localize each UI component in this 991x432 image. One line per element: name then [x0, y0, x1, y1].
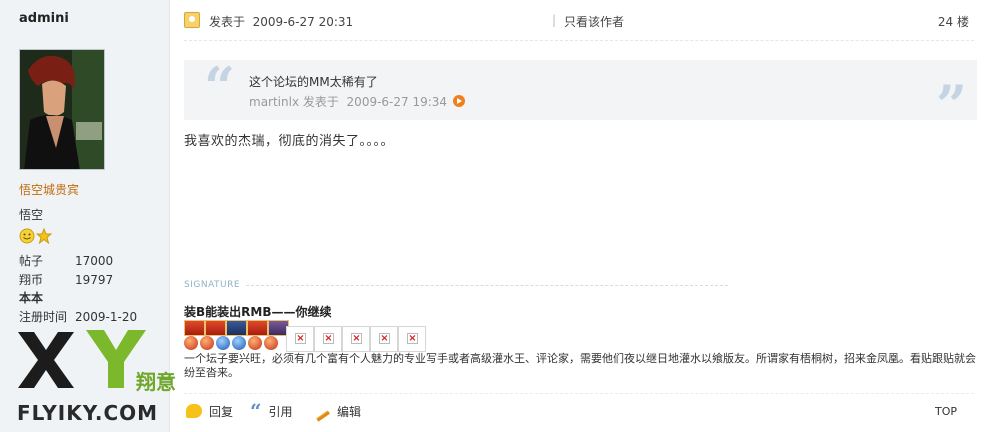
edit-pencil-icon — [316, 410, 330, 422]
orb-image — [248, 336, 262, 350]
broken-image-icon: × — [342, 326, 370, 352]
post-time-label: 发表于 — [209, 15, 246, 29]
orb-image — [184, 336, 198, 350]
goto-post-icon[interactable] — [452, 95, 465, 107]
author-avatar[interactable] — [19, 49, 105, 170]
post-content: 我喜欢的杰瑞，彻底的消失了。。。。 — [184, 134, 395, 149]
stat-coins-value: 19797 — [75, 273, 114, 287]
badge-image — [184, 320, 205, 336]
post-header: 发表于 2009-6-27 20:31 | 只看该作者 24 楼 — [184, 10, 971, 32]
reply-button[interactable]: 回复 — [186, 403, 233, 420]
quote-meta: martinlx 发表于 2009-6-27 19:34 — [249, 93, 465, 110]
author-group: 悟空城贵宾 — [19, 183, 80, 197]
signature-badges — [184, 320, 289, 336]
stat-posts-value: 17000 — [75, 254, 114, 268]
user-icon — [184, 12, 200, 28]
orb-image — [200, 336, 214, 350]
open-quote-icon: “ — [204, 55, 236, 119]
signature-title: 装B能装出RMB——你继续 — [184, 305, 332, 319]
broken-image-icon: × — [398, 326, 426, 352]
signature-divider — [246, 285, 728, 286]
floor-number[interactable]: 24 楼 — [938, 13, 969, 30]
reply-icon — [186, 404, 202, 418]
header-separator: | — [552, 13, 557, 27]
reply-label: 回复 — [209, 405, 234, 419]
watermark-site: FLYIKY.COM — [17, 401, 159, 425]
orb-image — [264, 336, 278, 350]
close-quote-icon: ” — [935, 73, 967, 137]
footer-divider — [184, 393, 974, 394]
signature-text: 一个坛子要兴旺，必须有几个富有个人魅力的专业写手或者高级灌水王、评论家，需要他们… — [184, 352, 976, 379]
stat-posts: 帖子 17000 — [19, 252, 113, 269]
signature-label: SIGNATURE — [184, 280, 241, 290]
edit-label: 编辑 — [337, 405, 362, 419]
quote-text: 这个论坛的MM太稀有了 — [249, 75, 378, 89]
badge-image — [226, 320, 247, 336]
avatar-image — [20, 50, 104, 169]
stat-register-label: 注册时间 — [19, 310, 68, 324]
stat-notebook: 本本 — [19, 289, 75, 306]
watermark-cn: 翔意 — [136, 370, 176, 394]
stat-coins: 翔币 19797 — [19, 271, 113, 288]
stat-posts-label: 帖子 — [19, 254, 44, 268]
broken-image-icon: × — [370, 326, 398, 352]
smile-icon — [19, 228, 35, 244]
edit-button[interactable]: 编辑 — [316, 403, 362, 422]
stat-coins-label: 翔币 — [19, 273, 44, 287]
broken-image-icon: × — [286, 326, 314, 352]
author-nickname: 悟空 — [19, 208, 44, 222]
orb-image — [232, 336, 246, 350]
badge-image — [205, 320, 226, 336]
top-link[interactable]: TOP — [935, 405, 957, 418]
stat-notebook-label: 本本 — [19, 291, 44, 305]
quote-time: 2009-6-27 19:34 — [346, 95, 448, 109]
signature-orbs — [184, 336, 280, 350]
star-icon — [36, 228, 52, 244]
quote-posted-label: 发表于 — [302, 95, 339, 109]
only-author-link[interactable]: 只看该作者 — [564, 13, 624, 30]
post-time: 发表于 2009-6-27 20:31 — [209, 13, 353, 30]
quote-block: “ 这个论坛的MM太稀有了 martinlx 发表于 2009-6-27 19:… — [184, 55, 977, 132]
quote-label: 引用 — [268, 405, 293, 419]
quote-icon: “ — [250, 399, 262, 423]
stat-register-value: 2009-1-20 — [75, 310, 138, 324]
stat-register: 注册时间 2009-1-20 — [19, 308, 137, 325]
orb-image — [216, 336, 230, 350]
post-time-value: 2009-6-27 20:31 — [252, 15, 354, 29]
quote-button[interactable]: “ 引用 — [250, 399, 293, 423]
badge-image — [247, 320, 268, 336]
author-name[interactable]: admini — [19, 11, 69, 26]
author-medals — [19, 228, 52, 244]
broken-image-icon: × — [314, 326, 342, 352]
quote-author: martinlx — [249, 95, 300, 109]
header-divider — [184, 40, 974, 41]
